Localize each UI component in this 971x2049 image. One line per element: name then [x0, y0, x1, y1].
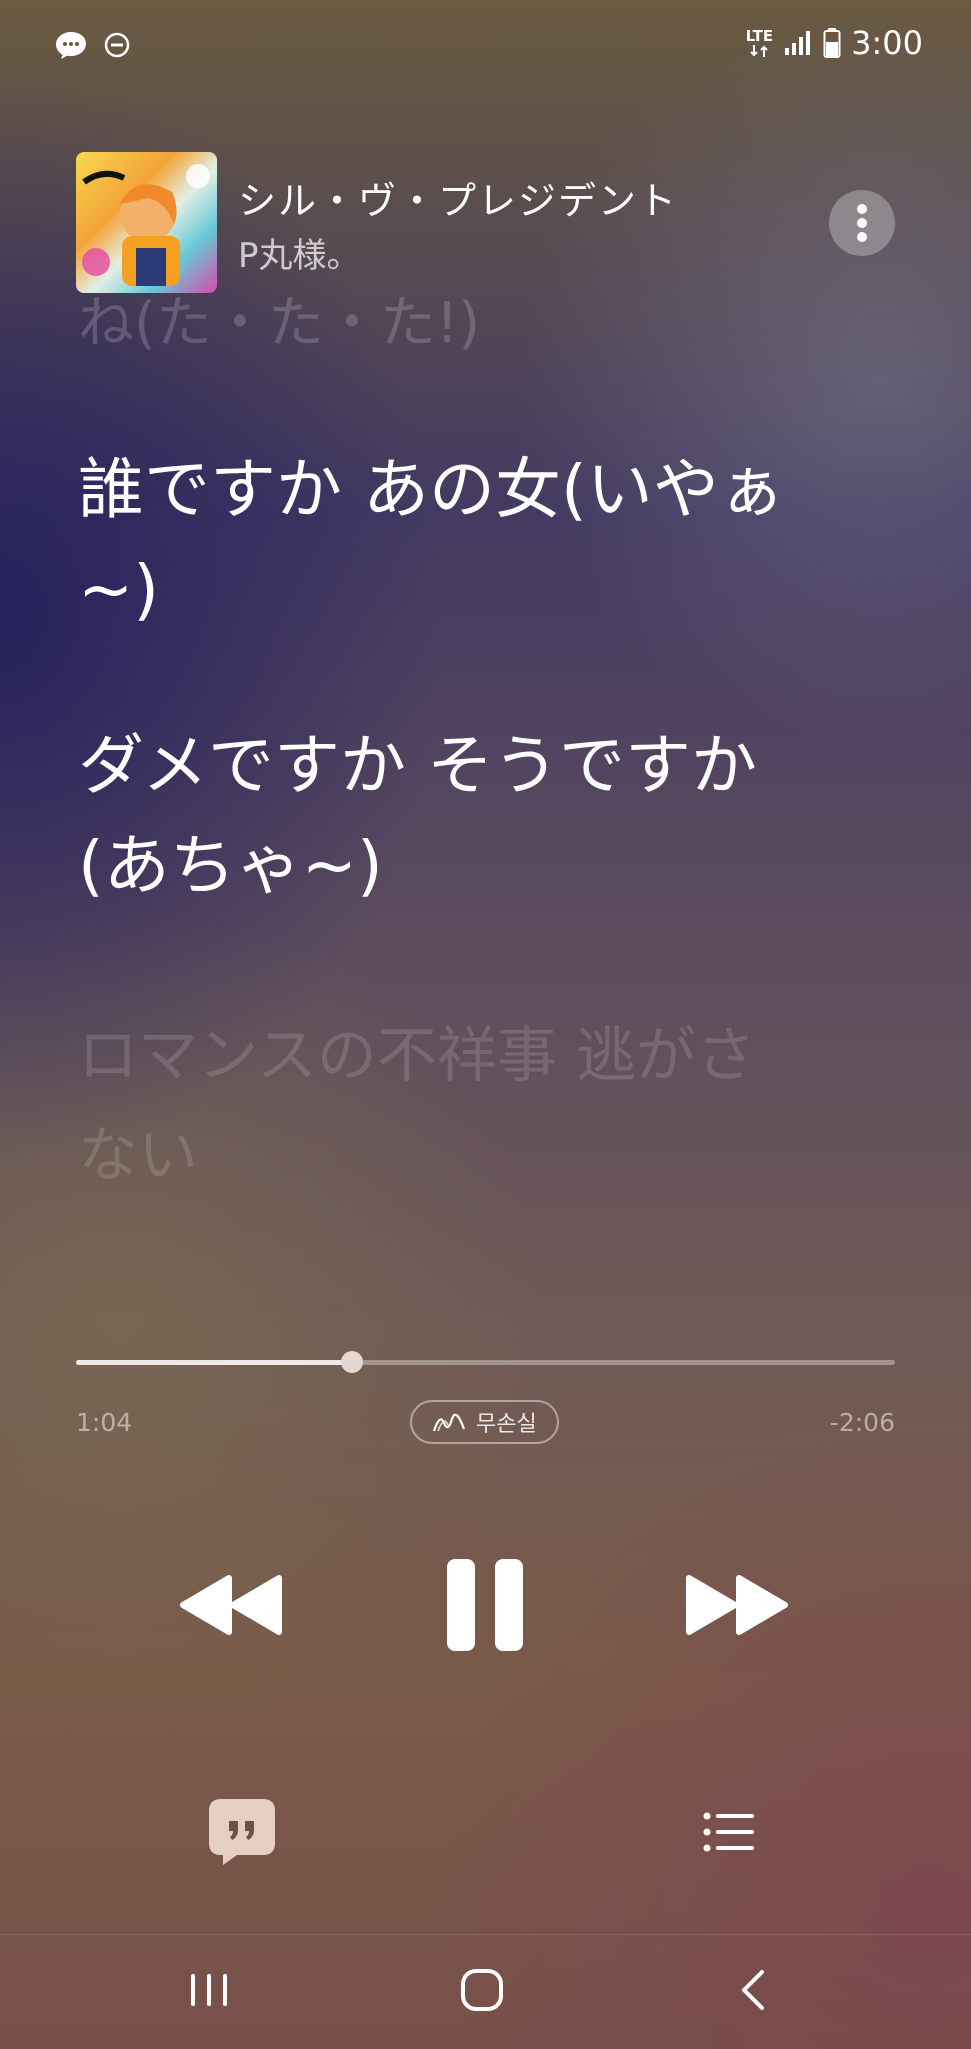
rewind-icon	[180, 1575, 282, 1635]
recent-apps-button[interactable]	[164, 1960, 254, 2020]
list-icon	[703, 1812, 754, 1852]
lyric-line-previous[interactable]: ね(た・た・た!)	[78, 274, 798, 354]
back-button[interactable]	[708, 1960, 798, 2020]
next-button[interactable]	[676, 1560, 796, 1650]
status-left	[54, 30, 130, 60]
nav-divider	[0, 1934, 971, 1935]
pause-button[interactable]	[430, 1550, 540, 1660]
status-right: LTE 3:00	[746, 24, 923, 62]
album-art[interactable]	[76, 152, 217, 293]
previous-button[interactable]	[172, 1560, 292, 1650]
battery-icon	[823, 28, 841, 58]
lyric-line-current[interactable]: 誰ですか あの女(いやぁ~)	[78, 440, 798, 640]
talk-notification-icon	[54, 30, 88, 60]
playlist-queue-button[interactable]	[694, 1800, 764, 1864]
signal-icon	[783, 29, 813, 57]
home-icon	[461, 1969, 503, 2011]
pause-icon	[447, 1559, 523, 1651]
clock: 3:00	[851, 24, 923, 62]
seek-bar-fill	[76, 1360, 352, 1365]
waveform-icon	[432, 1413, 466, 1432]
audio-quality-label: 무손실	[476, 1412, 537, 1437]
seek-bar[interactable]	[76, 1351, 895, 1373]
remaining-time: -2:06	[829, 1408, 895, 1437]
lyric-line-current[interactable]: ダメですか そうですか(あちゃ~)	[78, 716, 798, 916]
back-chevron-icon	[742, 1970, 764, 2010]
seek-bar-thumb[interactable]	[341, 1351, 363, 1373]
audio-quality-badge[interactable]: 무손실	[410, 1400, 559, 1444]
more-options-button[interactable]	[829, 190, 895, 256]
lte-data-icon: LTE	[745, 26, 774, 58]
do-not-disturb-icon	[104, 32, 130, 58]
more-vertical-icon	[857, 204, 867, 242]
home-button[interactable]	[437, 1960, 527, 2020]
lyrics-quote-icon	[209, 1799, 275, 1865]
song-artist: P丸様。	[238, 236, 361, 276]
status-bar: LTE 3:00	[0, 0, 971, 90]
lyrics-button[interactable]	[206, 1796, 278, 1868]
song-title: シル・ヴ・プレジデント	[238, 179, 679, 223]
recent-apps-icon	[191, 1974, 227, 2006]
elapsed-time: 1:04	[76, 1408, 133, 1437]
lyric-line-next[interactable]: ロマンスの不祥事 逃がさない	[78, 1006, 798, 1206]
network-label: LTE	[745, 26, 774, 45]
fast-forward-icon	[686, 1575, 788, 1635]
